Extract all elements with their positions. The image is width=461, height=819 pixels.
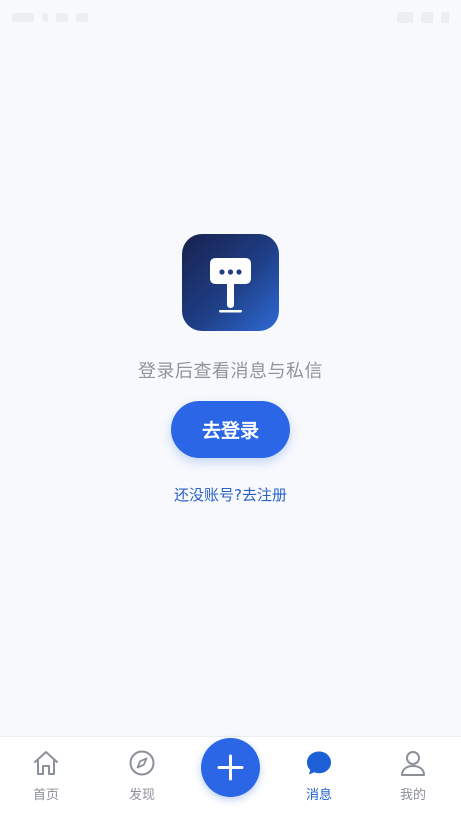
tab-discover[interactable]: 发现: [96, 737, 188, 807]
battery-icon: [441, 11, 449, 23]
tab-messages[interactable]: 消息: [273, 737, 365, 807]
status-bar-right: [397, 11, 449, 23]
message-bubble-icon: [307, 751, 331, 775]
bottom-tab-bar: 首页 发现 消息 我的: [0, 736, 461, 819]
notification-icon: [76, 12, 88, 22]
publish-button[interactable]: [201, 738, 260, 797]
home-icon: [34, 751, 58, 775]
register-link[interactable]: 还没账号?去注册: [174, 484, 287, 505]
tab-label: 我的: [399, 788, 426, 803]
notification-icon: [56, 12, 68, 22]
tab-label: 首页: [32, 788, 59, 803]
login-empty-state: 登录后查看消息与私信 去登录 还没账号?去注册: [0, 234, 461, 505]
tab-label: 消息: [305, 788, 332, 803]
status-bar: [0, 0, 461, 34]
compass-icon: [129, 750, 155, 776]
user-icon: [401, 751, 425, 776]
status-bar-left: [12, 12, 88, 22]
notification-icon: [42, 12, 48, 22]
app-logo-icon: [182, 234, 279, 331]
tab-mine[interactable]: 我的: [367, 737, 459, 807]
plus-icon: [217, 754, 244, 781]
tab-home[interactable]: 首页: [0, 737, 92, 807]
tab-label: 发现: [128, 788, 155, 803]
wifi-icon: [397, 11, 413, 23]
login-button[interactable]: 去登录: [171, 401, 290, 458]
signal-icon: [421, 11, 433, 23]
login-prompt-text: 登录后查看消息与私信: [138, 361, 323, 382]
clock-indicator: [12, 12, 34, 22]
